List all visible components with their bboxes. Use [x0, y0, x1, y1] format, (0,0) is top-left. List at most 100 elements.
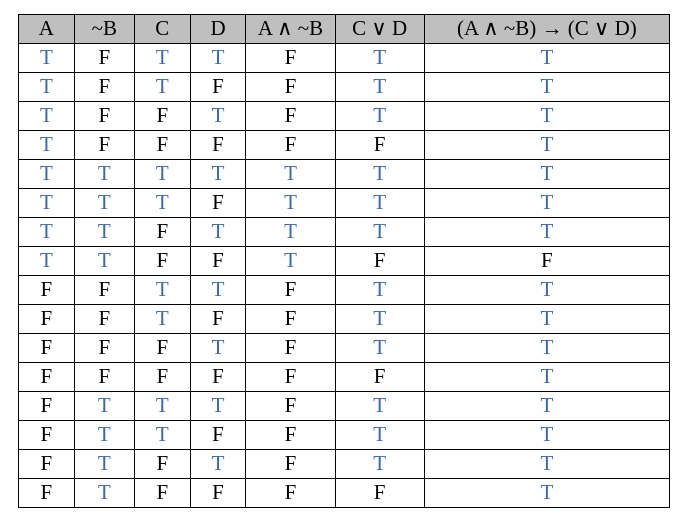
- table-cell: T: [424, 392, 669, 421]
- table-cell: F: [74, 73, 134, 102]
- table-row: TTFTTTT: [19, 218, 670, 247]
- table-row: TTTTTTT: [19, 160, 670, 189]
- table-cell: F: [74, 334, 134, 363]
- table-row: FTFFFFT: [19, 479, 670, 508]
- table-cell: F: [74, 276, 134, 305]
- table-cell: F: [335, 131, 424, 160]
- table-cell: T: [190, 102, 246, 131]
- col-header-a-and-notb: A ∧ ~B: [246, 15, 335, 44]
- col-header-implication: (A ∧ ~B) → (C ∨ D): [424, 15, 669, 44]
- table-cell: T: [19, 160, 75, 189]
- table-cell: F: [19, 479, 75, 508]
- table-cell: T: [246, 218, 335, 247]
- table-cell: T: [424, 218, 669, 247]
- table-cell: T: [424, 131, 669, 160]
- col-header-c-or-d: C ∨ D: [335, 15, 424, 44]
- table-cell: T: [134, 305, 190, 334]
- table-cell: F: [74, 305, 134, 334]
- table-cell: F: [246, 73, 335, 102]
- col-header-c: C: [134, 15, 190, 44]
- table-cell: T: [19, 73, 75, 102]
- table-cell: T: [190, 276, 246, 305]
- table-cell: F: [134, 479, 190, 508]
- truth-table-page: A ~B C D A ∧ ~B C ∨ D (A ∧ ~B) → (C ∨ D)…: [0, 0, 688, 514]
- table-cell: F: [134, 334, 190, 363]
- table-cell: T: [19, 189, 75, 218]
- table-cell: F: [19, 363, 75, 392]
- table-cell: T: [190, 44, 246, 73]
- table-cell: T: [19, 44, 75, 73]
- table-cell: T: [19, 218, 75, 247]
- table-cell: T: [424, 305, 669, 334]
- table-cell: T: [335, 102, 424, 131]
- table-cell: F: [74, 102, 134, 131]
- table-cell: T: [335, 73, 424, 102]
- table-cell: T: [424, 334, 669, 363]
- table-row: FTTFFTT: [19, 421, 670, 450]
- table-row: TFTFFTT: [19, 73, 670, 102]
- table-cell: F: [335, 479, 424, 508]
- table-row: FTFTFTT: [19, 450, 670, 479]
- table-cell: T: [190, 218, 246, 247]
- table-cell: T: [424, 479, 669, 508]
- table-cell: T: [335, 44, 424, 73]
- table-cell: T: [19, 131, 75, 160]
- table-cell: T: [134, 160, 190, 189]
- table-cell: T: [190, 450, 246, 479]
- table-cell: T: [424, 73, 669, 102]
- table-cell: T: [74, 218, 134, 247]
- truth-table: A ~B C D A ∧ ~B C ∨ D (A ∧ ~B) → (C ∨ D)…: [18, 14, 670, 508]
- table-cell: T: [134, 392, 190, 421]
- table-cell: T: [74, 160, 134, 189]
- table-cell: T: [424, 276, 669, 305]
- col-header-a: A: [19, 15, 75, 44]
- table-cell: F: [190, 421, 246, 450]
- table-row: FFTFFTT: [19, 305, 670, 334]
- table-cell: T: [134, 276, 190, 305]
- table-cell: T: [335, 392, 424, 421]
- table-head: A ~B C D A ∧ ~B C ∨ D (A ∧ ~B) → (C ∨ D): [19, 15, 670, 44]
- table-cell: T: [134, 73, 190, 102]
- table-cell: T: [335, 305, 424, 334]
- table-cell: F: [19, 421, 75, 450]
- table-cell: F: [246, 479, 335, 508]
- table-row: TFTTFTT: [19, 44, 670, 73]
- table-row: FTTTFTT: [19, 392, 670, 421]
- table-cell: F: [134, 131, 190, 160]
- table-cell: T: [246, 160, 335, 189]
- table-cell: F: [190, 247, 246, 276]
- col-header-notb: ~B: [74, 15, 134, 44]
- table-cell: F: [134, 102, 190, 131]
- table-cell: F: [74, 44, 134, 73]
- table-cell: T: [246, 189, 335, 218]
- table-cell: T: [424, 421, 669, 450]
- table-cell: F: [335, 363, 424, 392]
- table-cell: F: [246, 131, 335, 160]
- table-cell: F: [134, 450, 190, 479]
- table-cell: T: [335, 276, 424, 305]
- table-cell: F: [246, 363, 335, 392]
- table-cell: F: [19, 392, 75, 421]
- table-cell: F: [190, 131, 246, 160]
- table-cell: F: [19, 450, 75, 479]
- table-cell: F: [424, 247, 669, 276]
- header-row: A ~B C D A ∧ ~B C ∨ D (A ∧ ~B) → (C ∨ D): [19, 15, 670, 44]
- table-cell: T: [335, 218, 424, 247]
- table-cell: F: [74, 363, 134, 392]
- table-cell: F: [134, 218, 190, 247]
- table-cell: F: [190, 305, 246, 334]
- table-cell: F: [190, 363, 246, 392]
- table-cell: T: [246, 247, 335, 276]
- table-row: TFFTFTT: [19, 102, 670, 131]
- table-cell: F: [190, 189, 246, 218]
- table-cell: T: [190, 392, 246, 421]
- table-cell: T: [335, 334, 424, 363]
- table-row: FFFFFFT: [19, 363, 670, 392]
- table-row: FFFTFTT: [19, 334, 670, 363]
- table-cell: T: [74, 450, 134, 479]
- table-cell: F: [74, 131, 134, 160]
- table-row: TTTFTTT: [19, 189, 670, 218]
- table-cell: T: [134, 189, 190, 218]
- table-cell: F: [246, 421, 335, 450]
- table-cell: T: [335, 189, 424, 218]
